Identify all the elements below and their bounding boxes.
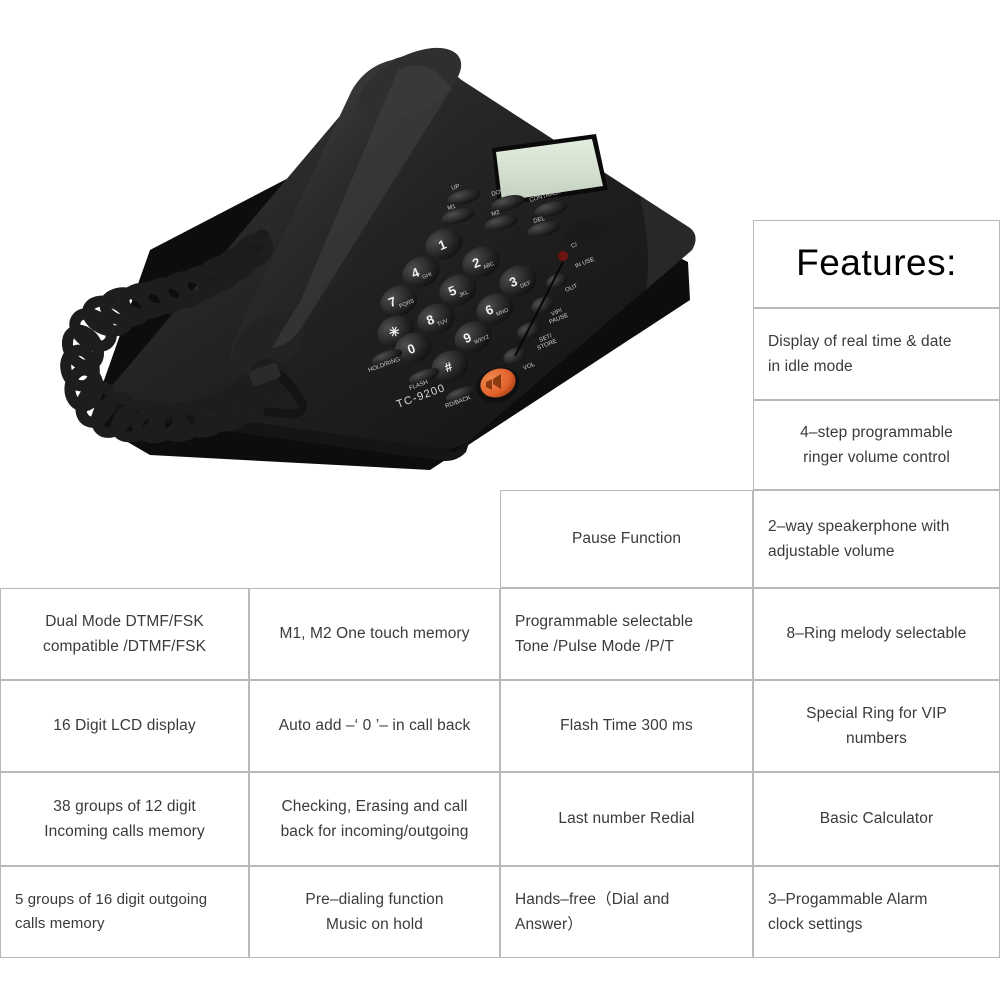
features-heading: Features: [796,242,957,284]
feature-text-line: Programmable selectable [515,612,694,630]
feature-cell-c2-r4: Pre–dialing function Music on hold [249,866,500,958]
feature-text-line: Answer） [515,916,583,933]
feature-text-line: 38 groups of 12 digit [53,797,196,815]
feature-text-line: adjustable volume [768,543,895,560]
feature-cell-c4-r6: Basic Calculator [753,772,1000,866]
in-use-led [558,251,568,261]
feature-text-line: Pause Function [571,530,682,548]
feature-cell-c2-r2: Auto add –‘ 0 ’– in call back [249,680,500,772]
feature-text-line: Display of real time & date [768,332,952,350]
feature-cell-c3-r4: Last number Redial [500,772,753,866]
feature-text-line: Tone /Pulse Mode /P/T [515,638,674,655]
feature-text-line: Auto add –‘ 0 ’– in call back [278,717,471,735]
feature-text-line: numbers [845,730,907,747]
features-heading-cell: Features: [753,220,1000,308]
feature-text-line: Music on hold [326,916,423,933]
page-root: UP M1 DOWN M2 CONTRAST DEL C/ IN USE OUT [0,0,1000,1000]
feature-text-line: calls memory [15,915,105,932]
product-photo: UP M1 DOWN M2 CONTRAST DEL C/ IN USE OUT [0,0,740,500]
feature-cell-c3-r3: Flash Time 300 ms [500,680,753,772]
feature-text-line: in idle mode [768,358,853,375]
feature-cell-c4-r7: 3–Progammable Alarm clock settings [753,866,1000,958]
feature-text-line: Checking, Erasing and call [281,797,468,815]
feature-cell-c1-r1: Dual Mode DTMF/FSK compatible /DTMF/FSK [0,588,249,680]
feature-text-line: ringer volume control [803,449,950,466]
feature-cell-c4-r1: Display of real time & date in idle mode [753,308,1000,400]
feature-text-line: Special Ring for VIP [806,704,947,722]
feature-cell-c3-r1: Pause Function [500,490,753,588]
feature-text-line: 3–Progammable Alarm [768,890,928,908]
feature-text-line: back for incoming/outgoing [280,823,469,840]
feature-cell-c3-r2: Programmable selectable Tone /Pulse Mode… [500,588,753,680]
feature-cell-c4-r4: 8–Ring melody selectable [753,588,1000,680]
feature-text-line: 2–way speakerphone with [768,517,950,535]
feature-text-line: 4–step programmable [800,423,953,441]
feature-cell-c4-r5: Special Ring for VIP numbers [753,680,1000,772]
feature-text-line: 5 groups of 16 digit outgoing [15,890,208,908]
feature-text-line: 8–Ring melody selectable [786,625,967,643]
feature-text-line: Incoming calls memory [44,823,205,840]
feature-text-line: 16 Digit LCD display [53,717,196,735]
feature-text-line: Dual Mode DTMF/FSK [45,612,204,630]
feature-text-line: Last number Redial [558,810,695,828]
feature-text-line: Hands–free（Dial and [515,890,670,908]
feature-text-line: Pre–dialing function [305,890,444,908]
feature-cell-c3-r5: Hands–free（Dial and Answer） [500,866,753,958]
feature-text-line: Basic Calculator [819,810,934,828]
feature-text-line: M1, M2 One touch memory [279,625,470,643]
feature-cell-c4-r2: 4–step programmable ringer volume contro… [753,400,1000,490]
feature-cell-c2-r1: M1, M2 One touch memory [249,588,500,680]
feature-cell-c2-r3: Checking, Erasing and call back for inco… [249,772,500,866]
feature-cell-c4-r3: 2–way speakerphone with adjustable volum… [753,490,1000,588]
feature-cell-c1-r4: 5 groups of 16 digit outgoing calls memo… [0,866,249,958]
feature-text-line: clock settings [768,916,863,933]
feature-cell-c1-r2: 16 Digit LCD display [0,680,249,772]
feature-text-line: compatible /DTMF/FSK [42,638,207,655]
feature-text-line: Flash Time 300 ms [560,717,693,735]
feature-cell-c1-r3: 38 groups of 12 digit Incoming calls mem… [0,772,249,866]
